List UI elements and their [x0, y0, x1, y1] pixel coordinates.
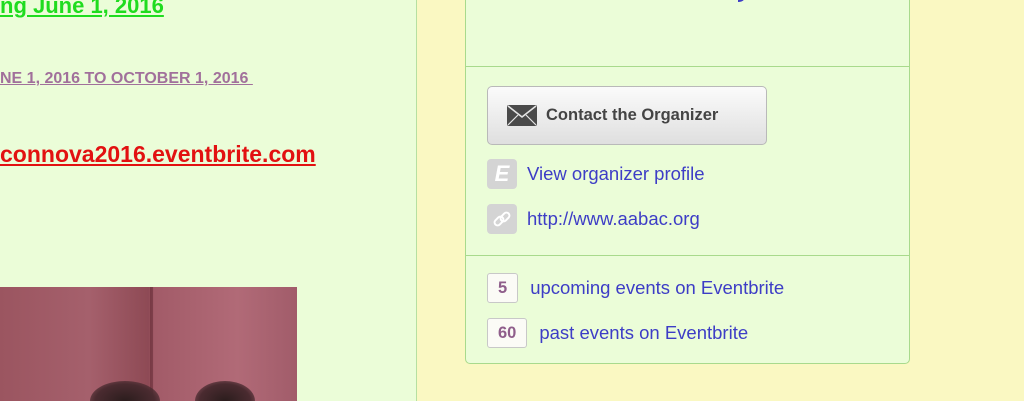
upcoming-events-link[interactable]: upcoming events on Eventbrite [530, 277, 784, 299]
upcoming-events-row: 5 upcoming events on Eventbrite [487, 273, 784, 303]
view-organizer-profile-link[interactable]: View organizer profile [527, 163, 705, 185]
event-url-link[interactable]: connova2016.eventbrite.com [0, 141, 316, 168]
organizer-header-section [466, 0, 909, 67]
past-events-row: 60 past events on Eventbrite [487, 318, 748, 348]
event-photo [0, 287, 297, 401]
upcoming-count-badge: 5 [487, 273, 519, 303]
organizer-contact-section: Contact the Organizer E View organizer p… [466, 67, 909, 256]
organizer-website-link[interactable]: http://www.aabac.org [527, 208, 700, 230]
profile-row: E View organizer profile [487, 159, 705, 189]
eventbrite-e-icon: E [487, 159, 517, 189]
main-column: ng June 1, 2016 NE 1, 2016 TO OCTOBER 1,… [0, 0, 417, 401]
contact-organizer-button[interactable]: Contact the Organizer [487, 86, 767, 145]
envelope-icon [507, 105, 537, 126]
link-icon [487, 204, 517, 234]
past-events-link[interactable]: past events on Eventbrite [539, 322, 748, 344]
contact-button-label: Contact the Organizer [546, 106, 719, 124]
event-dates-link[interactable]: NE 1, 2016 TO OCTOBER 1, 2016 [0, 70, 253, 88]
website-row: http://www.aabac.org [487, 204, 700, 234]
event-headline-link[interactable]: ng June 1, 2016 [0, 0, 164, 19]
past-count-badge: 60 [487, 318, 528, 348]
organizer-panel: Contact the Organizer E View organizer p… [465, 0, 910, 364]
